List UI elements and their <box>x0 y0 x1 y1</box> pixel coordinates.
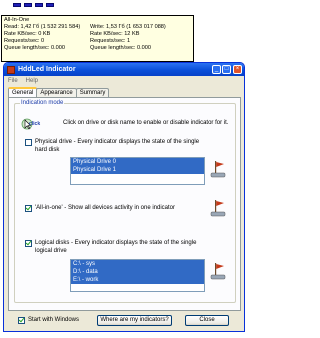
list-item[interactable]: Physical Drive 0 <box>71 158 204 166</box>
indication-mode-group: Indication mode click Click on drive or … <box>14 100 236 303</box>
tooltip-title: All-In-One <box>4 17 30 23</box>
physical-drive-checkbox[interactable] <box>25 139 32 146</box>
logical-disks-option[interactable]: Logical disks - Every indicator displays… <box>25 240 230 256</box>
start-with-windows-label: Start with Windows <box>28 317 80 323</box>
general-panel: Indication mode click Click on drive or … <box>8 97 241 311</box>
list-item[interactable]: D:\ - data <box>71 268 204 276</box>
click-label: click <box>29 121 41 127</box>
tooltip-queue-write: Queue length/sec: 0.000 <box>90 44 151 51</box>
title-bar[interactable]: HddLed Indicator _ □ × <box>4 63 244 76</box>
led-indicator[interactable] <box>13 3 21 7</box>
tooltip-read: Read: 1,42 Гб (1 532 291 584) <box>4 23 81 30</box>
tab-summary[interactable]: Summary <box>75 88 110 97</box>
tooltip-write: Write: 1,53 Гб (1 653 017 088) <box>90 23 166 30</box>
physical-drive-label-2: hard disk <box>35 146 60 153</box>
all-in-one-indicator-icon <box>210 200 226 217</box>
logical-disks-label-2: logical drive <box>35 247 67 254</box>
logical-disk-indicator-icon <box>210 263 226 280</box>
led-indicator[interactable] <box>35 3 43 7</box>
activity-tooltip: All-In-One Read: 1,42 Гб (1 532 291 584)… <box>1 15 194 62</box>
hddled-window: HddLed Indicator _ □ × File Help General… <box>3 62 245 332</box>
all-in-one-option[interactable]: 'All-in-one' - Show all devices activity… <box>25 205 230 214</box>
tooltip-rate-write: Rate KB/sec: 12 KB <box>90 30 140 37</box>
all-in-one-label: 'All-in-one' - Show all devices activity… <box>35 205 176 211</box>
physical-drive-list[interactable]: Physical Drive 0 Physical Drive 1 <box>70 157 205 185</box>
hint-text: Click on drive or disk name to enable or… <box>63 120 229 126</box>
drive-indicator-icon <box>210 161 226 178</box>
maximize-button[interactable]: □ <box>222 65 231 74</box>
logical-disks-checkbox[interactable] <box>25 240 32 247</box>
bottom-bar: Start with Windows Where are my indicato… <box>4 313 244 331</box>
logical-disk-list[interactable]: C:\ - sys D:\ - data E:\ - work <box>70 259 205 292</box>
group-title: Indication mode <box>20 100 65 106</box>
minimize-button[interactable]: _ <box>212 65 221 74</box>
list-item[interactable]: E:\ - work <box>71 276 204 284</box>
tooltip-requests-read: Requests/sec: 0 <box>4 37 45 44</box>
close-window-button[interactable]: × <box>233 65 242 74</box>
tab-general[interactable]: General <box>8 87 38 97</box>
physical-drive-option[interactable]: Physical drive - Every indicator display… <box>25 139 230 155</box>
tooltip-requests-write: Requests/sec: 1 <box>90 37 131 44</box>
menu-file[interactable]: File <box>8 78 18 84</box>
list-item[interactable]: C:\ - sys <box>71 260 204 268</box>
start-with-windows-option[interactable]: Start with Windows <box>18 317 98 325</box>
led-indicator[interactable] <box>24 3 32 7</box>
menu-bar: File Help <box>4 76 244 86</box>
tab-strip: General Appearance Summary <box>8 87 110 97</box>
tray-led-indicators[interactable] <box>13 3 54 7</box>
tooltip-rate-read: Rate KB/sec: 0 KB <box>4 30 51 37</box>
list-item[interactable]: Physical Drive 1 <box>71 166 204 174</box>
physical-drive-label-1: Physical drive - Every indicator display… <box>35 139 200 145</box>
led-indicator[interactable] <box>46 3 54 7</box>
all-in-one-checkbox[interactable] <box>25 205 32 212</box>
close-button[interactable]: Close <box>185 315 229 326</box>
window-title: HddLed Indicator <box>18 66 76 73</box>
start-with-windows-checkbox[interactable] <box>18 317 25 324</box>
tooltip-queue-read: Queue length/sec: 0.000 <box>4 44 65 51</box>
menu-help[interactable]: Help <box>26 78 38 84</box>
where-indicators-button[interactable]: Where are my indicators? <box>97 315 172 326</box>
tab-appearance[interactable]: Appearance <box>36 88 77 97</box>
logical-disks-label-1: Logical disks - Every indicator displays… <box>35 240 197 246</box>
app-icon <box>7 65 15 74</box>
